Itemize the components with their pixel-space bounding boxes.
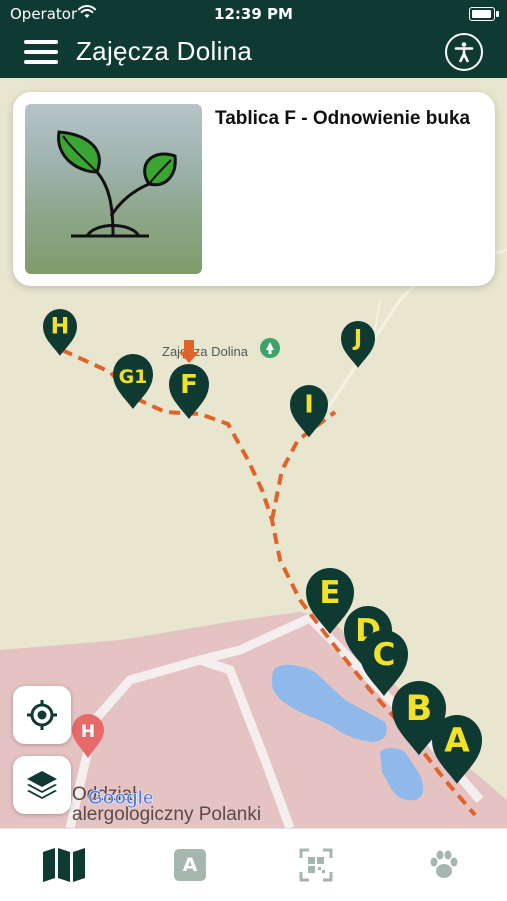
hospital-symbol: H	[81, 722, 95, 742]
sprout-icon	[25, 104, 202, 274]
card-title: Tablica F - Odnowienie buka	[215, 108, 471, 129]
crosshair-icon	[27, 700, 57, 730]
letter-a-label: A	[182, 854, 198, 876]
hamburger-menu-icon[interactable]	[24, 38, 58, 66]
map-icon	[43, 848, 85, 882]
battery-icon	[469, 7, 499, 21]
marker-label: H	[51, 315, 69, 340]
marker-label: B	[406, 689, 433, 729]
marker-label: I	[304, 390, 313, 419]
marker-label: J	[352, 327, 362, 352]
accessibility-icon[interactable]	[445, 33, 483, 71]
tab-map[interactable]	[34, 845, 94, 885]
page-title: Zajęcza Dolina	[76, 36, 253, 66]
marker-label: G1	[119, 366, 148, 388]
status-bar: Operator 12:39 PM	[0, 0, 507, 28]
google-logo: Google	[88, 788, 153, 809]
marker-label: C	[373, 637, 396, 673]
letter-a-icon: A	[174, 849, 206, 881]
place-label: Zajęcza Dolina	[162, 344, 249, 359]
clock: 12:39 PM	[214, 5, 293, 23]
layers-button[interactable]	[13, 756, 71, 814]
paw-icon	[430, 850, 458, 878]
tab-a[interactable]: A	[160, 845, 220, 885]
app-header: Zajęcza Dolina	[0, 28, 507, 78]
qr-scan-icon	[299, 848, 333, 882]
marker-label: E	[319, 575, 340, 611]
marker-label: A	[444, 720, 470, 759]
layers-icon	[27, 771, 57, 799]
park-icon	[260, 338, 280, 358]
info-card[interactable]: Tablica F - Odnowienie buka	[13, 92, 495, 286]
accessibility-figure	[454, 42, 474, 63]
tab-bar: A	[0, 828, 507, 901]
marker-label: F	[180, 370, 198, 400]
locate-button[interactable]	[13, 686, 71, 744]
tab-animals[interactable]	[414, 845, 474, 885]
tab-qr[interactable]	[286, 845, 346, 885]
